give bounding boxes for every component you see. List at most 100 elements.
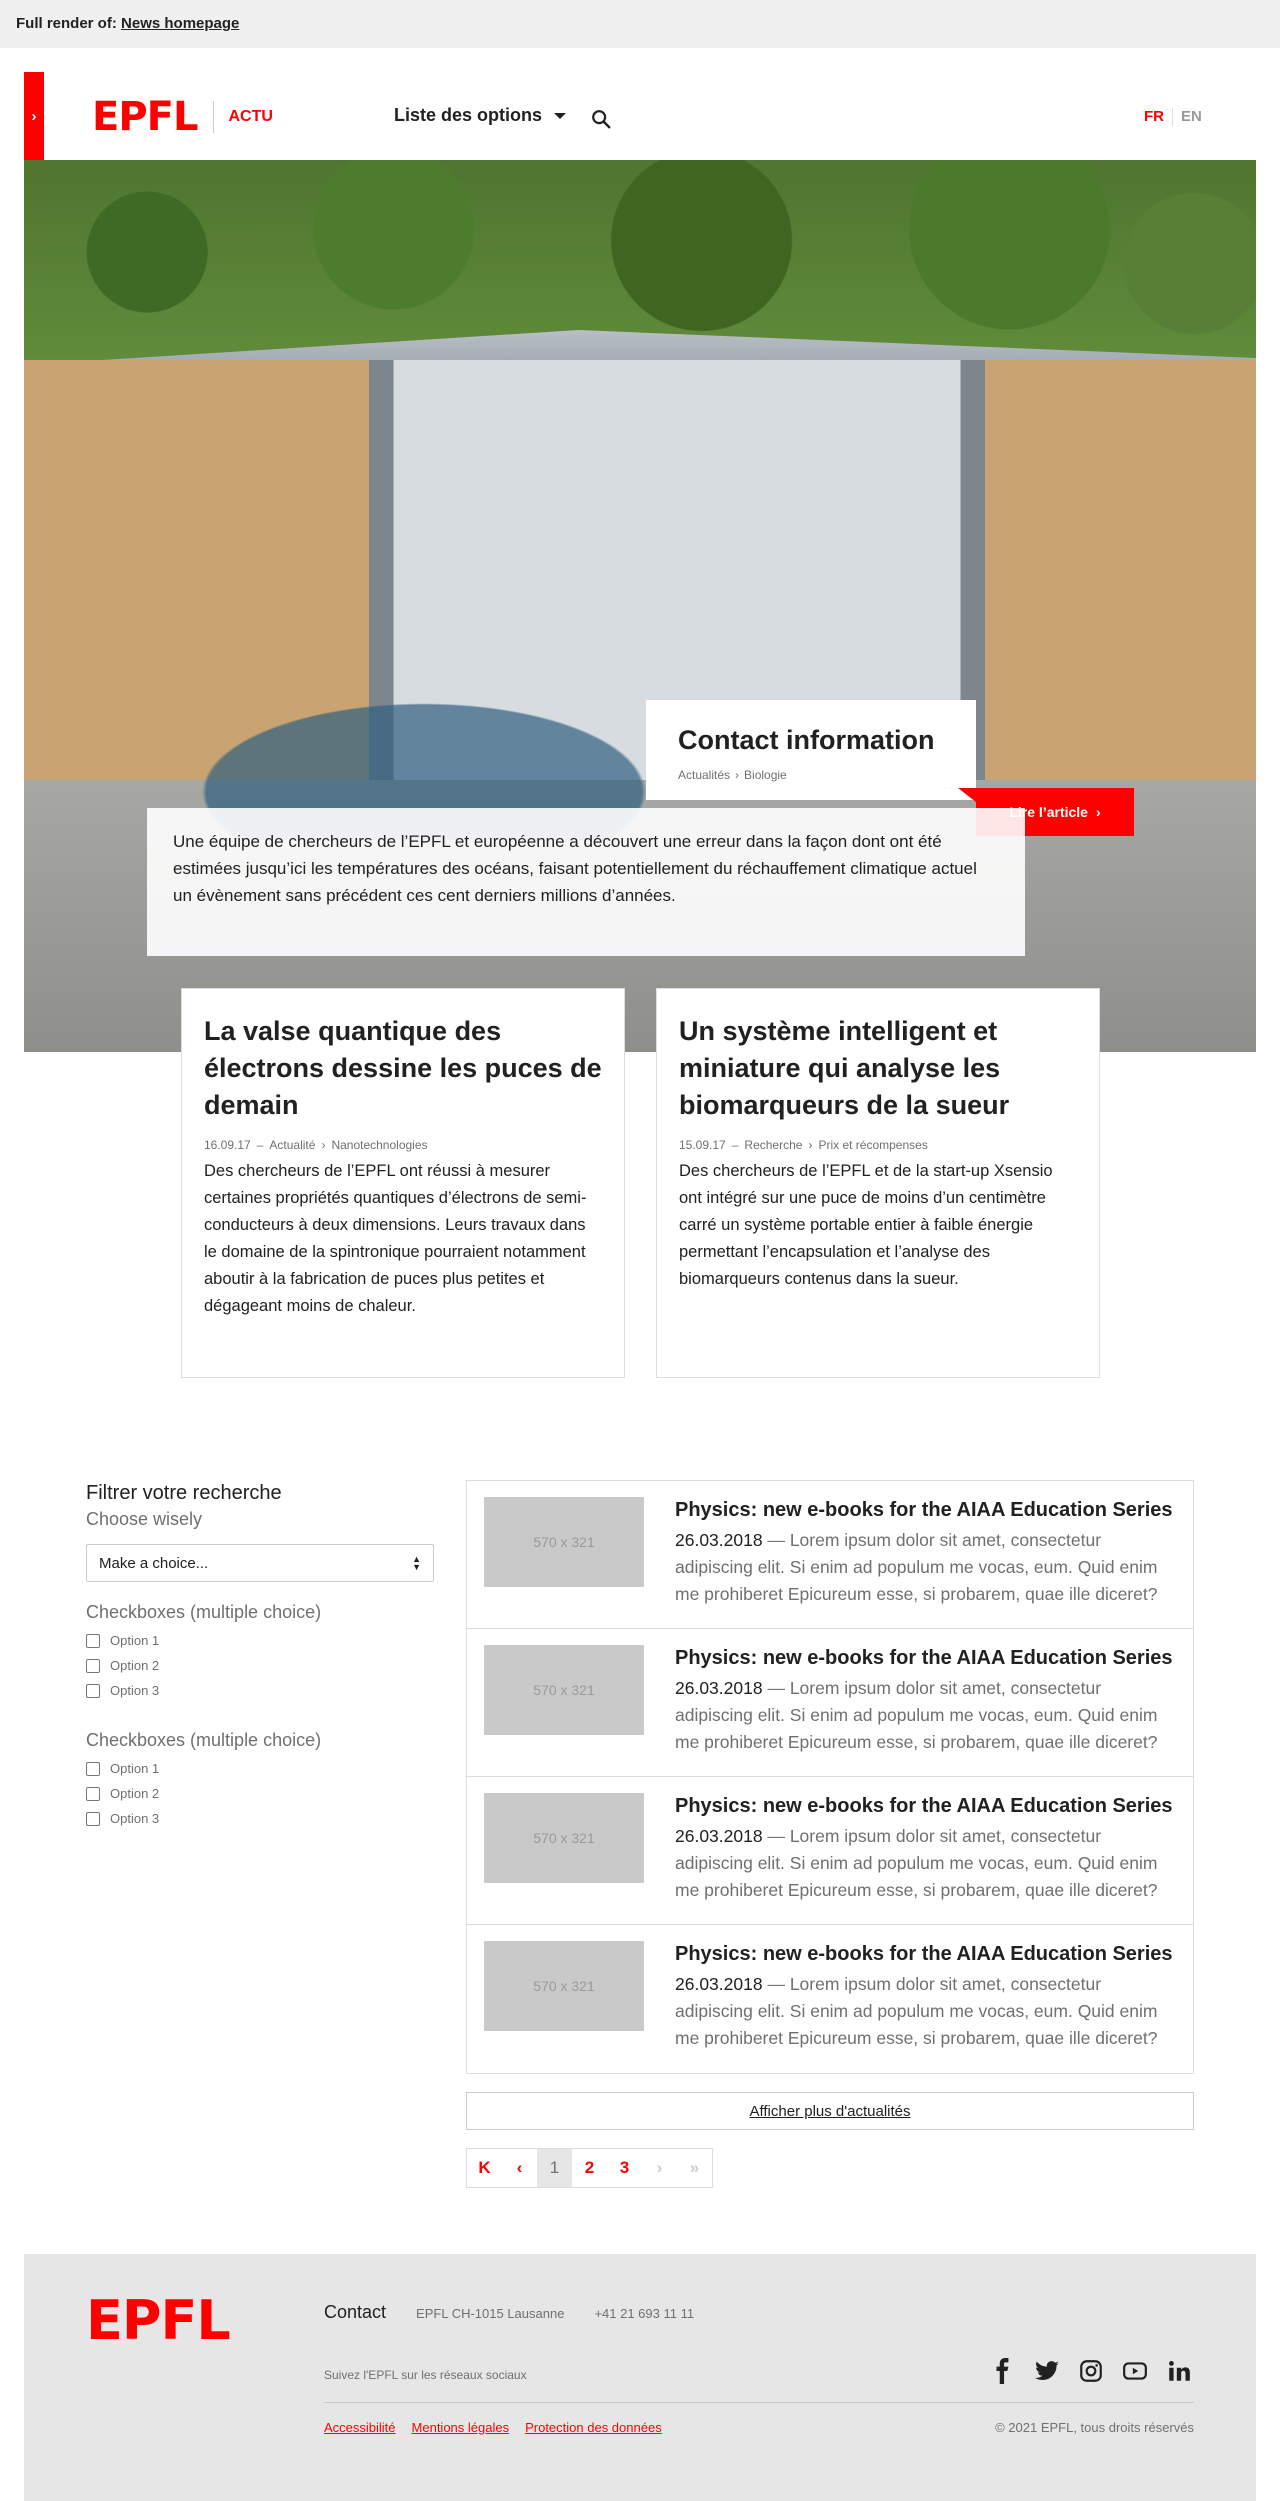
- prev-page-button[interactable]: ‹: [502, 2149, 537, 2187]
- last-page-button[interactable]: »: [677, 2149, 712, 2187]
- drawer-toggle-button[interactable]: ›: [24, 72, 44, 160]
- page-button[interactable]: 2: [572, 2149, 607, 2187]
- checkbox-option[interactable]: Option 3: [86, 1683, 434, 1698]
- footer-link-accessibility[interactable]: Accessibilité: [324, 2420, 396, 2435]
- news-date: 26.03.2018: [675, 1530, 763, 1550]
- render-bar-link[interactable]: News homepage: [121, 15, 239, 32]
- site-name: ACTU: [228, 108, 273, 125]
- options-menu-button[interactable]: Liste des options: [394, 105, 567, 126]
- show-more-button[interactable]: Afficher plus d'actualités: [466, 2092, 1194, 2130]
- footer-epfl-logo[interactable]: EPFL: [86, 2294, 231, 2348]
- footer-address: EPFL CH-1015 Lausanne: [416, 2306, 565, 2321]
- footer-social-label: Suivez l'EPFL sur les réseaux sociaux: [324, 2368, 527, 2382]
- article-topic[interactable]: Prix et récompenses: [818, 1138, 927, 1152]
- news-title[interactable]: Physics: new e-books for the AIAA Educat…: [675, 1793, 1181, 1819]
- next-page-button[interactable]: ›: [642, 2149, 677, 2187]
- search-icon[interactable]: [590, 108, 612, 130]
- article-title[interactable]: La valse quantique des électrons dessine…: [204, 1013, 602, 1124]
- youtube-icon[interactable]: [1122, 2358, 1148, 2384]
- checkbox-option[interactable]: Option 2: [86, 1786, 434, 1801]
- news-title[interactable]: Physics: new e-books for the AIAA Educat…: [675, 1941, 1181, 1967]
- hero-title[interactable]: Contact information: [678, 724, 944, 756]
- checkbox-group-label: Checkboxes (multiple choice): [86, 1730, 322, 1750]
- footer-copyright: © 2021 EPFL, tous droits réservés: [995, 2420, 1194, 2435]
- article-card[interactable]: La valse quantique des électrons dessine…: [181, 988, 625, 1378]
- pagination: K ‹ 1 2 3 › »: [466, 2148, 713, 2188]
- news-thumbnail[interactable]: 570 x 321: [484, 1645, 644, 1735]
- footer-contact: Contact EPFL CH-1015 Lausanne +41 21 693…: [324, 2302, 694, 2323]
- checkbox[interactable]: [86, 1683, 100, 1698]
- hero-breadcrumb: Actualités › Biologie: [678, 768, 944, 782]
- article-excerpt: Des chercheurs de l’EPFL ont réussi à me…: [204, 1162, 587, 1315]
- checkbox-label: Option 2: [110, 1786, 160, 1801]
- checkbox-option[interactable]: Option 1: [86, 1633, 434, 1648]
- checkbox[interactable]: [86, 1761, 100, 1776]
- news-item[interactable]: 570 x 321 Physics: new e-books for the A…: [467, 1629, 1193, 1777]
- hero-excerpt: Une équipe de chercheurs de l’EPFL et eu…: [147, 808, 1025, 956]
- news-thumbnail[interactable]: 570 x 321: [484, 1941, 644, 2031]
- checkbox-label: Option 3: [110, 1811, 160, 1826]
- checkbox-label: Option 1: [110, 1633, 160, 1648]
- logo-area[interactable]: EPFL ACTU: [92, 94, 273, 140]
- site-footer: EPFL Contact EPFL CH-1015 Lausanne +41 2…: [24, 2254, 1256, 2501]
- chevron-right-icon: ›: [1095, 804, 1101, 820]
- breadcrumb-item[interactable]: Biologie: [744, 768, 787, 782]
- footer-link-legal[interactable]: Mentions légales: [412, 2420, 510, 2435]
- checkbox-option[interactable]: Option 3: [86, 1811, 434, 1826]
- page-button-current[interactable]: 1: [537, 2149, 572, 2187]
- chevron-right-icon: ›: [31, 107, 37, 125]
- footer-contact-label: Contact: [324, 2302, 387, 2322]
- article-date: 15.09.17: [679, 1138, 726, 1152]
- facebook-icon[interactable]: [990, 2358, 1016, 2384]
- breadcrumb-item[interactable]: Actualités: [678, 768, 730, 782]
- news-summary: 26.03.2018 — Lorem ipsum dolor sit amet,…: [675, 1527, 1181, 1608]
- article-meta: 15.09.17– Recherche › Prix et récompenses: [679, 1138, 928, 1152]
- article-category[interactable]: Actualité: [269, 1138, 315, 1152]
- article-topic[interactable]: Nanotechnologies: [331, 1138, 427, 1152]
- news-date: 26.03.2018: [675, 1678, 763, 1698]
- news-item[interactable]: 570 x 321 Physics: new e-books for the A…: [467, 1481, 1193, 1629]
- options-menu-label: Liste des options: [394, 105, 543, 125]
- news-title[interactable]: Physics: new e-books for the AIAA Educat…: [675, 1645, 1181, 1671]
- linkedin-icon[interactable]: [1166, 2358, 1192, 2384]
- footer-phone[interactable]: +41 21 693 11 11: [594, 2306, 694, 2321]
- checkbox[interactable]: [86, 1658, 100, 1673]
- news-item[interactable]: 570 x 321 Physics: new e-books for the A…: [467, 1925, 1193, 2073]
- news-thumbnail[interactable]: 570 x 321: [484, 1793, 644, 1883]
- page-button[interactable]: 3: [607, 2149, 642, 2187]
- instagram-icon[interactable]: [1078, 2358, 1104, 2384]
- render-bar: Full render of: News homepage: [0, 0, 1280, 48]
- article-date: 16.09.17: [204, 1138, 251, 1152]
- filter-title: Filtrer votre recherche: [86, 1482, 282, 1504]
- checkbox-group-label: Checkboxes (multiple choice): [86, 1602, 322, 1622]
- breadcrumb-separator-icon: ›: [808, 1138, 813, 1152]
- footer-links: Accessibilité Mentions légales Protectio…: [324, 2420, 662, 2435]
- lang-en[interactable]: EN: [1181, 108, 1202, 126]
- language-switcher: FR EN: [1144, 108, 1202, 126]
- social-links: [990, 2358, 1192, 2384]
- twitter-icon[interactable]: [1034, 2358, 1060, 2384]
- hero-title-card: Contact information Actualités › Biologie: [646, 700, 976, 800]
- checkbox-option[interactable]: Option 2: [86, 1658, 434, 1673]
- footer-divider: [324, 2402, 1194, 2403]
- article-card[interactable]: Un système intelligent et miniature qui …: [656, 988, 1100, 1378]
- logo-divider: [213, 101, 215, 133]
- lang-fr[interactable]: FR: [1144, 108, 1164, 126]
- first-page-button[interactable]: K: [467, 2149, 502, 2187]
- site-header: › EPFL ACTU Liste des options FR EN: [24, 72, 1256, 160]
- checkbox[interactable]: [86, 1633, 100, 1648]
- checkbox-option[interactable]: Option 1: [86, 1761, 434, 1776]
- checkbox[interactable]: [86, 1786, 100, 1801]
- filter-panel: Filtrer votre recherche Choose wisely Ma…: [86, 1482, 434, 1826]
- footer-link-privacy[interactable]: Protection des données: [525, 2420, 662, 2435]
- filter-select[interactable]: Make a choice... ▲ ▼: [86, 1544, 434, 1582]
- news-thumbnail[interactable]: 570 x 321: [484, 1497, 644, 1587]
- article-category[interactable]: Recherche: [744, 1138, 802, 1152]
- checkbox[interactable]: [86, 1811, 100, 1826]
- news-item[interactable]: 570 x 321 Physics: new e-books for the A…: [467, 1777, 1193, 1925]
- article-title[interactable]: Un système intelligent et miniature qui …: [679, 1013, 1077, 1124]
- news-title[interactable]: Physics: new e-books for the AIAA Educat…: [675, 1497, 1181, 1523]
- epfl-logo: EPFL: [92, 94, 198, 140]
- news-list: 570 x 321 Physics: new e-books for the A…: [466, 1480, 1194, 2074]
- breadcrumb-separator-icon: ›: [321, 1138, 326, 1152]
